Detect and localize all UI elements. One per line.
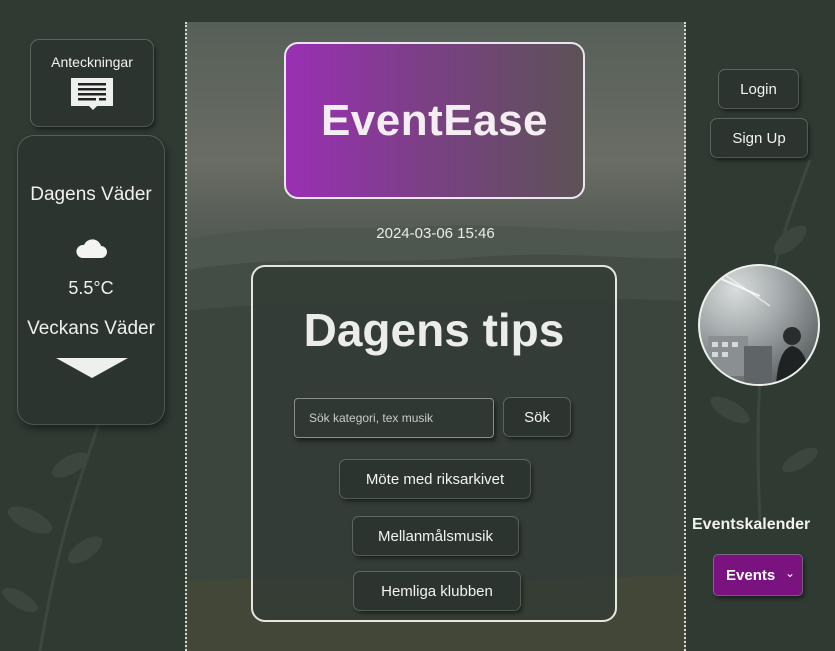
weather-week-label: Veckans Väder bbox=[27, 318, 155, 339]
weather-today-label: Dagens Väder bbox=[30, 184, 152, 205]
events-dropdown[interactable]: Events ⌄ bbox=[714, 555, 802, 595]
events-dropdown-value: Events bbox=[726, 566, 776, 584]
chevron-down-icon: ⌄ bbox=[784, 566, 795, 580]
leaf-decoration-left bbox=[2, 420, 103, 651]
current-datetime: 2024-03-06 15:46 bbox=[376, 225, 495, 242]
weather-panel: Dagens Väder 5.5°C Veckans Väder bbox=[18, 136, 164, 424]
cloud-icon bbox=[76, 239, 107, 258]
profile-photo bbox=[708, 269, 810, 384]
weather-temperature: 5.5°C bbox=[68, 278, 114, 298]
notes-button[interactable]: Anteckningar bbox=[31, 40, 153, 126]
signup-button[interactable]: Sign Up bbox=[711, 119, 807, 157]
tips-title: Dagens tips bbox=[303, 304, 565, 356]
triangle-down-icon[interactable] bbox=[56, 358, 128, 378]
search-button[interactable]: Sök bbox=[504, 398, 570, 436]
login-button[interactable]: Login bbox=[719, 70, 798, 108]
tips-panel: Dagens tips Sök Möte med riksarkivet Mel… bbox=[251, 265, 617, 622]
notes-label: Anteckningar bbox=[51, 54, 133, 70]
document-icon bbox=[71, 78, 113, 110]
brand-logo: EventEase bbox=[284, 42, 585, 199]
category-search-input[interactable] bbox=[294, 398, 494, 438]
calendar-title: Eventskalender bbox=[692, 516, 811, 533]
tip-button-riksarkivet[interactable]: Möte med riksarkivet bbox=[340, 460, 530, 498]
avatar[interactable] bbox=[698, 264, 820, 386]
main-content: EventEase 2024-03-06 15:46 Dagens tips S… bbox=[185, 22, 686, 651]
brand-name: EventEase bbox=[320, 95, 549, 145]
tip-button-mellanmalsmusik[interactable]: Mellanmålsmusik bbox=[353, 517, 518, 555]
tip-button-hemliga-klubben[interactable]: Hemliga klubben bbox=[354, 572, 520, 610]
